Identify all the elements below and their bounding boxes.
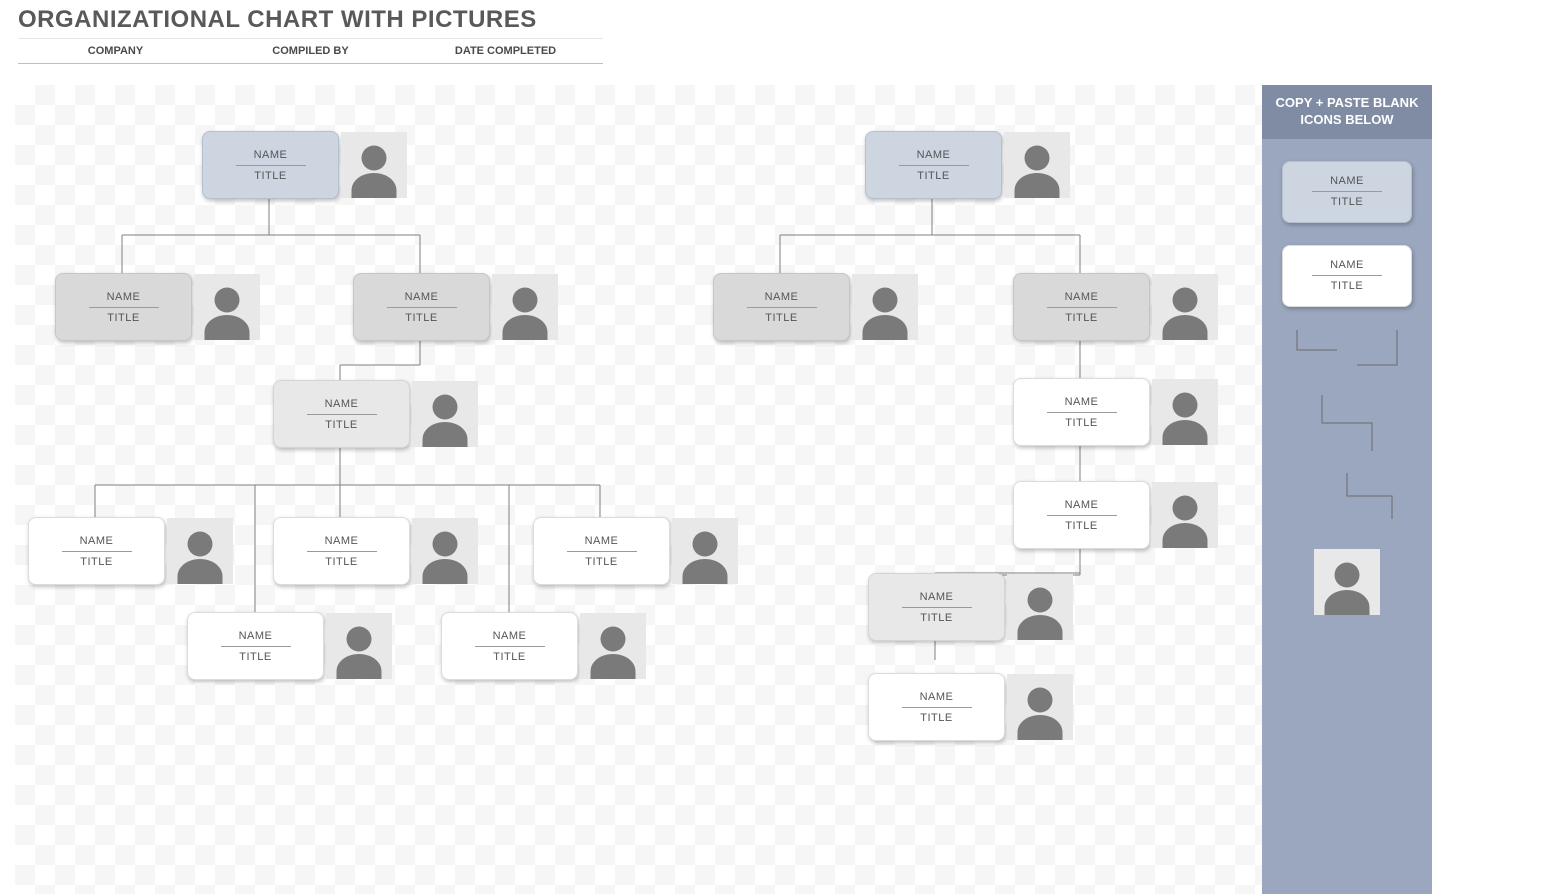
template-card-blue[interactable]: NAME TITLE [1262, 161, 1432, 223]
name[interactable]: NAME [1047, 499, 1117, 516]
org-node[interactable]: NAME TITLE [1013, 481, 1218, 549]
avatar-icon[interactable] [1007, 674, 1073, 740]
title[interactable]: TITLE [239, 651, 271, 663]
name[interactable]: NAME [567, 535, 637, 552]
org-node[interactable]: NAME TITLE [353, 273, 558, 341]
name[interactable]: NAME [902, 691, 972, 708]
avatar-icon[interactable] [1007, 574, 1073, 640]
title[interactable]: TITLE [1065, 520, 1097, 532]
name[interactable]: NAME [1047, 291, 1117, 308]
title[interactable]: TITLE [325, 556, 357, 568]
avatar-icon[interactable] [1152, 274, 1218, 340]
template-card-white[interactable]: NAME TITLE [1262, 245, 1432, 307]
title[interactable]: TITLE [585, 556, 617, 568]
name[interactable]: NAME [1312, 175, 1382, 192]
name[interactable]: NAME [307, 398, 377, 415]
avatar-icon[interactable] [412, 381, 478, 447]
org-node[interactable]: NAME TITLE [273, 517, 478, 585]
title[interactable]: TITLE [920, 712, 952, 724]
avatar-icon[interactable] [194, 274, 260, 340]
avatar-icon[interactable] [580, 613, 646, 679]
name[interactable]: NAME [62, 535, 132, 552]
avatar-icon[interactable] [852, 274, 918, 340]
name[interactable]: NAME [89, 291, 159, 308]
org-node[interactable]: NAME TITLE [868, 573, 1073, 641]
title[interactable]: TITLE [1065, 417, 1097, 429]
title[interactable]: TITLE [405, 312, 437, 324]
avatar-icon[interactable] [1152, 379, 1218, 445]
org-node[interactable]: NAME TITLE [55, 273, 260, 341]
connector-template-icon[interactable] [1292, 325, 1402, 375]
org-node[interactable]: NAME TITLE [868, 673, 1073, 741]
name[interactable]: NAME [307, 535, 377, 552]
title[interactable]: TITLE [917, 170, 949, 182]
title[interactable]: TITLE [920, 612, 952, 624]
avatar-icon[interactable] [492, 274, 558, 340]
connector-template-icon[interactable] [1292, 471, 1402, 521]
date-label[interactable]: DATE COMPLETED [408, 39, 603, 64]
title[interactable]: TITLE [80, 556, 112, 568]
meta-header: COMPANY COMPILED BY DATE COMPLETED [18, 38, 604, 64]
org-node[interactable]: NAME TITLE [533, 517, 738, 585]
title[interactable]: TITLE [254, 170, 286, 182]
name[interactable]: NAME [1312, 259, 1382, 276]
org-node[interactable]: NAME TITLE [1013, 273, 1218, 341]
title[interactable]: TITLE [765, 312, 797, 324]
org-node[interactable]: NAME TITLE [202, 131, 407, 199]
org-node[interactable]: NAME TITLE [713, 273, 918, 341]
title[interactable]: TITLE [1331, 280, 1363, 292]
company-label[interactable]: COMPANY [18, 39, 213, 64]
title[interactable]: TITLE [1065, 312, 1097, 324]
avatar-icon[interactable] [326, 613, 392, 679]
org-node[interactable]: NAME TITLE [1013, 378, 1218, 446]
title[interactable]: TITLE [107, 312, 139, 324]
title[interactable]: TITLE [1331, 196, 1363, 208]
name[interactable]: NAME [747, 291, 817, 308]
avatar-icon[interactable] [341, 132, 407, 198]
avatar-icon[interactable] [167, 518, 233, 584]
avatar-icon[interactable] [672, 518, 738, 584]
org-node[interactable]: NAME TITLE [865, 131, 1070, 199]
compiled-label[interactable]: COMPILED BY [213, 39, 408, 64]
name[interactable]: NAME [899, 149, 969, 166]
name[interactable]: NAME [387, 291, 457, 308]
name[interactable]: NAME [221, 630, 291, 647]
name[interactable]: NAME [236, 149, 306, 166]
org-node[interactable]: NAME TITLE [441, 612, 646, 680]
avatar-icon[interactable] [412, 518, 478, 584]
title[interactable]: TITLE [325, 419, 357, 431]
avatar-template-icon[interactable] [1314, 549, 1380, 615]
page-title: ORGANIZATIONAL CHART WITH PICTURES [18, 6, 537, 34]
sidebar-heading: COPY + PASTE BLANK ICONS BELOW [1262, 85, 1432, 139]
org-node[interactable]: NAME TITLE [28, 517, 233, 585]
avatar-icon[interactable] [1152, 482, 1218, 548]
name[interactable]: NAME [902, 591, 972, 608]
org-node[interactable]: NAME TITLE [273, 380, 478, 448]
avatar-icon[interactable] [1004, 132, 1070, 198]
name[interactable]: NAME [1047, 396, 1117, 413]
title[interactable]: TITLE [493, 651, 525, 663]
connector-template-icon[interactable] [1292, 393, 1402, 453]
org-node[interactable]: NAME TITLE [187, 612, 392, 680]
chart-canvas: NAMETITLE NAMETITLE NAMETITLE NAMETITLE … [15, 85, 1262, 894]
sidebar: COPY + PASTE BLANK ICONS BELOW NAME TITLE… [1262, 85, 1432, 894]
name[interactable]: NAME [475, 630, 545, 647]
